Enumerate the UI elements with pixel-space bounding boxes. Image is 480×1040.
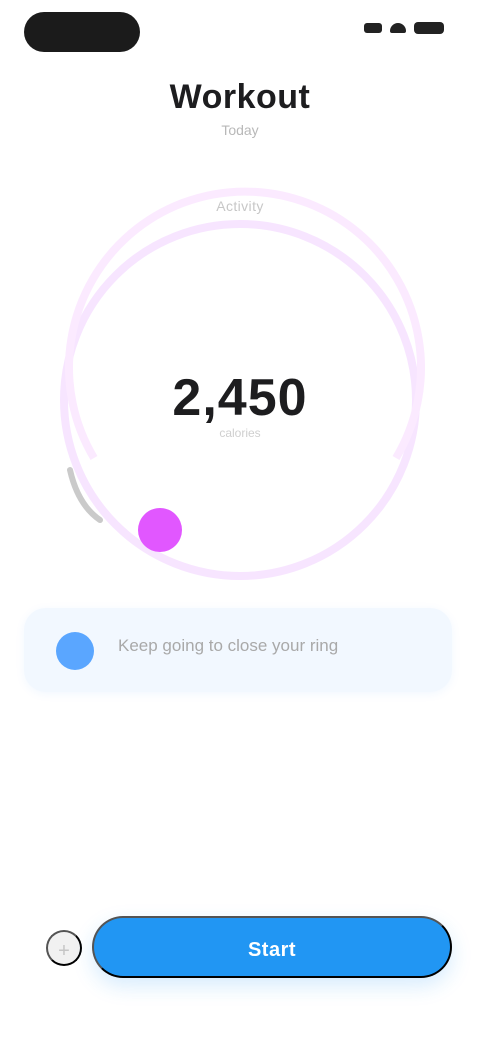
progress-label: calories <box>219 426 261 440</box>
start-button[interactable]: Start <box>92 916 452 978</box>
progress-value: 2,450 <box>172 369 308 427</box>
add-button[interactable]: + <box>46 930 82 966</box>
progress-ring <box>60 187 425 580</box>
notice-text: Keep going to close your ring <box>118 636 339 655</box>
progress-knob[interactable] <box>138 508 182 552</box>
info-icon <box>56 632 94 670</box>
